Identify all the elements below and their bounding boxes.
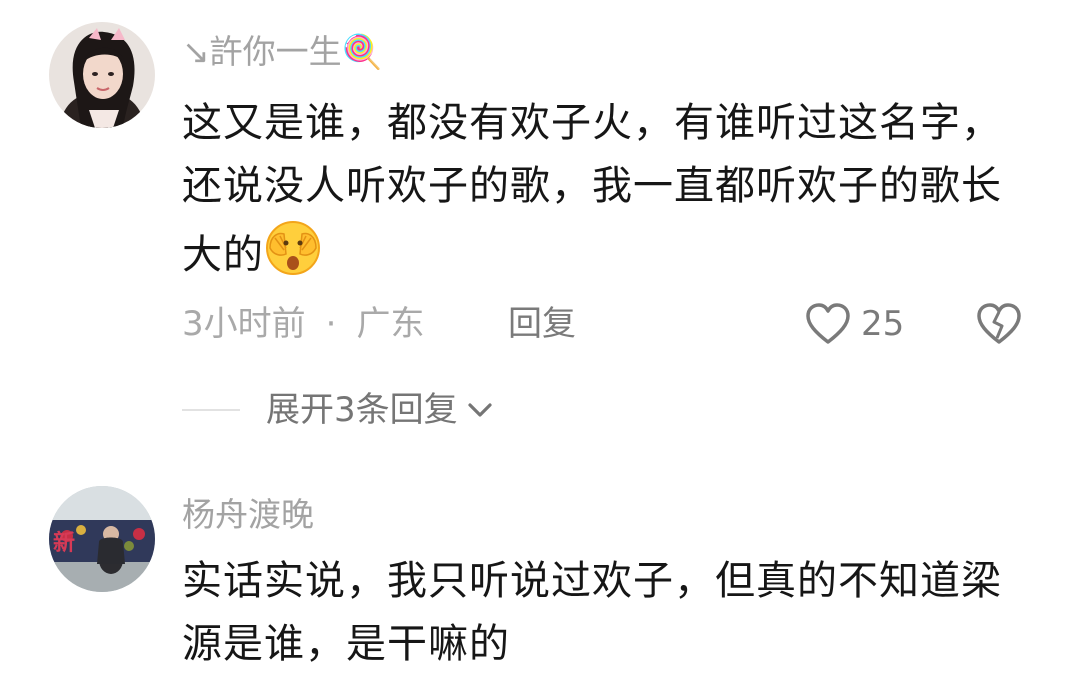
- meta-separator: ·: [325, 304, 337, 344]
- divider-line: [182, 409, 240, 411]
- comment-item: 新 杨舟渡晚 实话实说，我只听说过欢子，但真的不知道梁源是谁，是干嘛的: [0, 450, 1080, 695]
- comment-item: ↘許你一生🍭 这又是谁，都没有欢子火，有谁听过这名字，还说没人听欢子的歌，我一直…: [0, 0, 1080, 450]
- avatar-image: 新: [49, 486, 155, 592]
- expand-replies-label: 展开3条回复: [266, 390, 458, 430]
- avatar[interactable]: [49, 22, 155, 128]
- comment-meta: 3小时前 · 广东: [182, 304, 424, 344]
- like-button[interactable]: 25: [805, 302, 904, 346]
- avatar-image: [49, 22, 155, 128]
- comment-text: 实话实说，我只听说过欢子，但真的不知道梁源是谁，是干嘛的: [182, 550, 1012, 676]
- broken-heart-icon: [977, 303, 1021, 344]
- avatar[interactable]: 新: [49, 486, 155, 592]
- dislike-button[interactable]: [975, 302, 1023, 350]
- comment-text-content: 实话实说，我只听说过欢子，但真的不知道梁源是谁，是干嘛的: [182, 558, 1002, 667]
- svg-text:新: 新: [53, 530, 75, 556]
- comment-location: 广东: [356, 304, 425, 344]
- username[interactable]: 杨舟渡晚: [182, 495, 314, 535]
- expand-replies-button[interactable]: 展开3条回复: [182, 390, 494, 430]
- like-count: 25: [861, 304, 905, 344]
- comment-time: 3小时前: [182, 304, 306, 344]
- reply-button[interactable]: 回复: [508, 304, 576, 344]
- face-with-hands-over-eyes-icon: [264, 218, 322, 276]
- username[interactable]: ↘許你一生🍭: [182, 32, 383, 72]
- chevron-down-icon: [468, 403, 492, 417]
- heart-outline-icon: [806, 303, 850, 344]
- comment-text: 这又是谁，都没有欢子火，有谁听过这名字，还说没人听欢子的歌，我一直都听欢子的歌长…: [182, 92, 1012, 287]
